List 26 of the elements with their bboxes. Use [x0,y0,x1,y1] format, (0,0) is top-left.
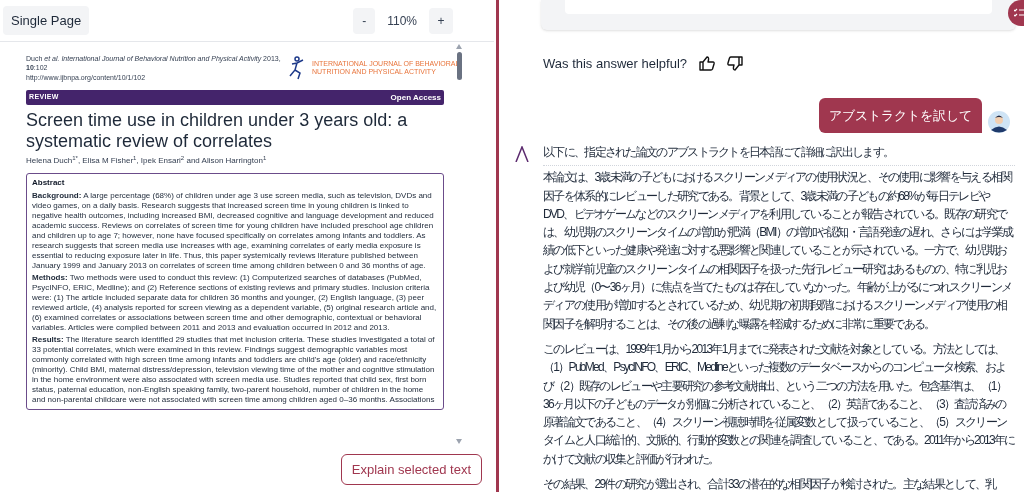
abstract-paragraph: Background: A large percentage (68%) of children under age 3 use screen media, such as television, DVDs and video games, on a daily basis. Research suggests that increased screen time in young children is linked to negative health outcomes, including increased BMI, decreased cognitive and language development and reduced academic success. Reviews on correlates of screen time for young children have included preschool age children and children up to age 7; however, none have focused specifically on correlates among infants and toddlers. As research suggests that screen media use increases with age, examining correlates of early media exposure is essential to reducing exposure later in life. Thus, this paper systemically reviews literature published between January 1999 and January 2013 on correlates of screen time among children between 0 and 36 months of age. [32,191,435,271]
abstract-paragraph: Results: The literature search identified 29 studies that met inclusion criteria. These studies investigated a total of 33 potential correlates, which were examined in this review. Findings suggest demographic variables most commonly correlated with high screen time among infants and toddlers are child's age (older) and race/ethnicity (minority). Child BMI, maternal distress/depression, television viewing time of the mother and cognitive stimulation in the home environment were also associated with screen media use. Studies reported that child sex, first born status, paternal education, non-English speaking family, two-parent household, number of children in the home and non-parental childcare were not associated with screen time among children aged 0–36 months. Associations [32,335,436,405]
assistant-paragraph: その結果、29件の研究が選出され、合計33の潜在的な相関因子が検討された。主な結果として、乳 [543,476,997,492]
user-message-bubble: アブストラクトを訳して [819,97,982,133]
checklist-icon [1014,8,1024,18]
abstract-paragraph: Methods: Two methods were used to conduct this review: (1) Computerized searches of databases (PubMed, PsycINFO, ERIC, Medline); and (2) Reference sections of existing reviews and primary studies. Inclusion criteria were: (1) The article included separate data for children 36 months and younger, (2) English language, (3) peer reviewed article, (4) analysis reported for screen viewing as a dependent variable, (5) original research article and, (6) examined correlates or associations between screen time and other demographic, contextual or behavioral variables. Articles were compiled between 2011 and 2013 and evaluation occurred in 2012 and 2013. [32,273,438,333]
zoom-in-button[interactable]: + [429,7,453,34]
scroll-thumb[interactable] [456,52,462,80]
assistant-paragraph: 本論文は、3歳未満の子どもにおけるスクリーンメディアの使用状況と、その使用に影響を与える相関因子を体系的にレビューした研究である。背景として、3歳未満の子どもの約68%が毎日テレビやDVD、ビデオゲームなどのスクリーンメディアを利用していることが報告されている。既存の研究では、幼児期のスクリーンタイムの増加が肥満（BMI）の増加や認知・言語発達の遅れ、さらには学業成績の低下といった健康や発達に対する悪影響と関連していることが示されている。一方で、幼児期および就学前児童のスクリーンタイムの相関因子を扱った先行レビュー研究はあるものの、特に乳児および幼児（0〜36ヶ月）に焦点を当てたものは存在していなかった。年齢が上がるにつれスクリーンメディアの使用が増加するとされているため、幼児期の初期段階におけるスクリーンメディア使用の相関因子を解明することは、その後の過剰な曝露を軽減するために非常に重要である。 [543,169,1014,333]
assistant-paragraph: このレビューは、1999年1月から2013年1月までに発表された文献を対象としている。方法としては、（1）PubMed、PsycINFO、ERIC、Medlineといった複数のデータベースからのコンピュータ検索、および（2）既存のレビューや主要研究の参考文献抽出、という二つの方法を用いた。包含基準は、（1）36ヶ月以下の子どものデータが別個に分析されていること、（2）英語であること、（3）査読済みの原著論文であること、（4）スクリーン視聴時間を従属変数として扱っていること、（5）スクリーンタイムと人口統計的、文脈的、行動的変数との関連を調査していること、である。2011年から2013年にかけて文献の収集と評価が行われた。 [543,340,1015,468]
assistant-intro-text: 以下に、指定された論文のアブストラクトを日本語にて詳細に訳出します。 [543,143,1015,167]
article-title: Screen time use in children under 3 years old: a systematic review of correlates [26,110,409,152]
scroll-down-icon[interactable] [456,439,462,444]
open-access-label: Open Access [390,91,441,104]
feedback-question: Was this answer helpful? [543,55,688,73]
scroll-up-icon[interactable] [456,44,462,49]
abstract-heading: Abstract [32,177,66,189]
explain-selected-text-button[interactable]: Explain selected text [340,453,482,485]
author-list: Helena Duch$^{1*}$, Elisa M Fisher$^{1}$, Ipek Ensari$^{2}$ and Alison Harrington$^{1}$ [26,155,444,167]
assistant-logo-icon [515,146,529,162]
thumbs-up-icon[interactable] [699,56,716,72]
user-avatar-icon [988,111,1010,133]
zoom-level: 110% [387,12,417,30]
zoom-out-button[interactable]: - [353,7,376,34]
view-mode-button[interactable]: Single Page [3,5,90,36]
thumbs-down-icon[interactable] [727,56,744,72]
